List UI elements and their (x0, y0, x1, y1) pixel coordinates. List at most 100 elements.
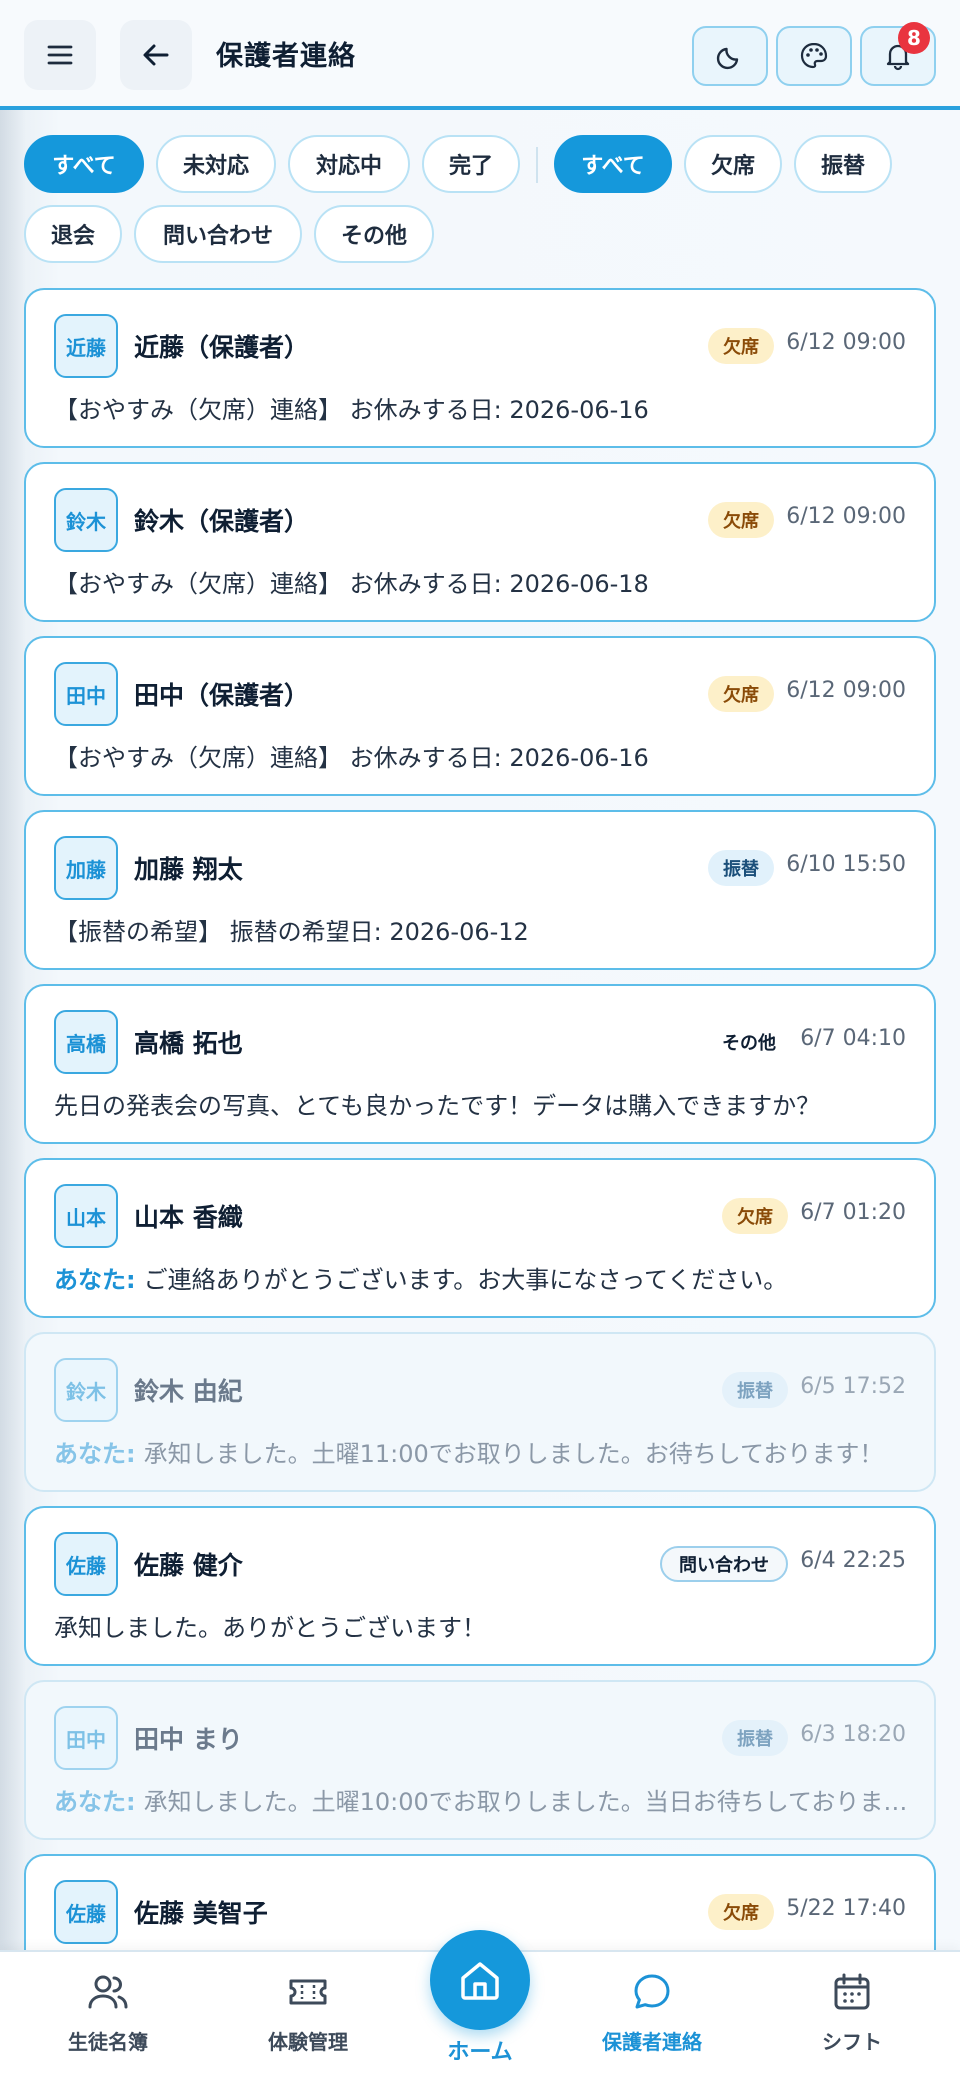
timestamp: 6/7 01:20 (800, 1200, 906, 1225)
status-filter-in-progress[interactable]: 対応中 (288, 135, 410, 193)
message-card[interactable]: 田中 田中（保護者） 欠席 6/12 09:00 【おやすみ（欠席）連絡】 お休… (24, 636, 936, 796)
nav-item-trials[interactable]: 体験管理 (228, 1970, 388, 2070)
nav-label: 保護者連絡 (602, 2030, 702, 2054)
category-filter-inquiry[interactable]: 問い合わせ (134, 205, 302, 263)
category-badge: 欠席 (722, 1198, 788, 1234)
message-card[interactable]: 佐藤 佐藤 健介 問い合わせ 6/4 22:25 承知しました。ありがとうござい… (24, 1506, 936, 1666)
sender-name: 佐藤 美智子 (134, 1899, 268, 1928)
avatar: 佐藤 (54, 1880, 118, 1944)
timestamp: 6/12 09:00 (786, 678, 906, 703)
sender-name: 鈴木（保護者） (134, 507, 310, 536)
message-preview: あなた: 承知しました。土曜11:00でお取りしました。お待ちしております！ (54, 1434, 914, 1469)
calendar-icon (834, 1973, 870, 2010)
ticket-icon (289, 1979, 327, 2005)
category-badge: その他 (722, 1033, 776, 1054)
category-badge: 問い合わせ (660, 1546, 788, 1582)
category-badge: 欠席 (708, 1894, 774, 1930)
filter-divider (536, 147, 538, 183)
timestamp: 6/10 15:50 (786, 852, 906, 877)
category-filter-other[interactable]: その他 (314, 205, 434, 263)
message-card[interactable]: 近藤 近藤（保護者） 欠席 6/12 09:00 【おやすみ（欠席）連絡】 お休… (24, 288, 936, 448)
status-filter-unhandled[interactable]: 未対応 (156, 135, 276, 193)
message-card[interactable]: 鈴木 鈴木（保護者） 欠席 6/12 09:00 【おやすみ（欠席）連絡】 お休… (24, 462, 936, 622)
sender-name: 加藤 翔太 (134, 855, 243, 884)
message-preview: あなた: ご連絡ありがとうございます。お大事になさってください。 (54, 1260, 914, 1295)
category-badge: 欠席 (708, 502, 774, 538)
back-button[interactable] (120, 20, 192, 90)
category-filter-withdrawal[interactable]: 退会 (24, 205, 122, 263)
moon-icon (716, 47, 739, 70)
message-preview: 【おやすみ（欠席）連絡】 お休みする日: 2026-06-16 (54, 744, 649, 772)
category-filter-transfer[interactable]: 振替 (794, 135, 892, 193)
notification-count-badge: 8 (898, 22, 930, 54)
nav-item-parent-contact[interactable]: 保護者連絡 (572, 1970, 732, 2070)
status-filter-all[interactable]: すべて (24, 135, 144, 193)
status-filter-done[interactable]: 完了 (422, 135, 520, 193)
nav-label: 体験管理 (268, 2030, 348, 2054)
message-preview: 【おやすみ（欠席）連絡】 お休みする日: 2026-06-18 (54, 570, 649, 598)
message-text: ご連絡ありがとうございます。お大事になさってください。 (143, 1266, 788, 1294)
timestamp: 5/22 17:40 (786, 1896, 906, 1921)
home-icon (461, 1962, 499, 2000)
message-card[interactable]: 田中 田中 まり 振替 6/3 18:20 あなた: 承知しました。土曜10:00… (24, 1680, 936, 1840)
sender-name: 佐藤 健介 (134, 1551, 243, 1580)
category-filter-absent[interactable]: 欠席 (684, 135, 782, 193)
message-preview: 先日の発表会の写真、とても良かったです！データは購入できますか？ (54, 1092, 821, 1120)
home-label: ホーム (447, 2040, 513, 2065)
app-header: 保護者連絡 8 (0, 0, 960, 110)
sender-name: 田中（保護者） (134, 681, 310, 710)
sender-name: 鈴木 由紀 (134, 1377, 243, 1406)
sender-name: 山本 香織 (134, 1203, 243, 1232)
timestamp: 6/12 09:00 (786, 504, 906, 529)
edge-shadow (0, 110, 26, 1950)
avatar: 近藤 (54, 314, 118, 378)
message-card[interactable]: 加藤 加藤 翔太 振替 6/10 15:50 【振替の希望】 振替の希望日: 2… (24, 810, 936, 970)
timestamp: 6/7 04:10 (800, 1026, 906, 1051)
notifications-button[interactable]: 8 (860, 22, 936, 86)
nav-item-shift[interactable]: シフト (772, 1970, 932, 2070)
avatar: 鈴木 (54, 1358, 118, 1422)
message-text: 承知しました。土曜10:00でお取りしました。当日お待ちしておりま… (143, 1788, 908, 1816)
theme-button[interactable] (776, 26, 852, 86)
message-preview: 【振替の希望】 振替の希望日: 2026-06-12 (54, 918, 529, 946)
message-text: 承知しました。土曜11:00でお取りしました。お待ちしております！ (143, 1440, 884, 1468)
users-icon (88, 1975, 128, 2009)
sender-name: 高橋 拓也 (134, 1029, 243, 1058)
nav-item-students[interactable]: 生徒名簿 (28, 1970, 188, 2070)
avatar: 高橋 (54, 1010, 118, 1074)
message-card[interactable]: 鈴木 鈴木 由紀 振替 6/5 17:52 あなた: 承知しました。土曜11:00… (24, 1332, 936, 1492)
chat-bubble-icon (634, 1974, 670, 2009)
message-preview: 【おやすみ（欠席）連絡】 お休みする日: 2026-06-16 (54, 396, 649, 424)
nav-label: シフト (822, 2030, 882, 2054)
reply-author-label: あなた: (54, 1266, 136, 1294)
avatar: 田中 (54, 662, 118, 726)
reply-author-label: あなた: (54, 1788, 136, 1816)
category-badge: 振替 (722, 1372, 788, 1408)
timestamp: 6/12 09:00 (786, 330, 906, 355)
home-button[interactable] (430, 1930, 530, 2030)
page-title: 保護者連絡 (216, 41, 356, 72)
message-preview: あなた: 承知しました。土曜10:00でお取りしました。当日お待ちしておりま… (54, 1782, 914, 1817)
timestamp: 6/5 17:52 (800, 1374, 906, 1399)
menu-icon (47, 45, 73, 65)
avatar: 鈴木 (54, 488, 118, 552)
category-badge: 欠席 (708, 676, 774, 712)
nav-label: 生徒名簿 (68, 2030, 148, 2054)
category-filter-all[interactable]: すべて (554, 135, 672, 193)
category-badge: 欠席 (708, 328, 774, 364)
reply-author-label: あなた: (54, 1440, 136, 1468)
message-preview: 承知しました。ありがとうございます！ (54, 1614, 486, 1642)
menu-button[interactable] (24, 20, 96, 90)
message-card[interactable]: 高橋 高橋 拓也 その他 6/7 04:10 先日の発表会の写真、とても良かった… (24, 984, 936, 1144)
avatar: 加藤 (54, 836, 118, 900)
timestamp: 6/3 18:20 (800, 1722, 906, 1747)
category-badge: 振替 (722, 1720, 788, 1756)
message-card[interactable]: 山本 山本 香織 欠席 6/7 01:20 あなた: ご連絡ありがとうございます。… (24, 1158, 936, 1318)
category-badge: 振替 (708, 850, 774, 886)
avatar: 佐藤 (54, 1532, 118, 1596)
avatar: 山本 (54, 1184, 118, 1248)
timestamp: 6/4 22:25 (800, 1548, 906, 1573)
back-arrow-icon (143, 44, 169, 66)
sender-name: 田中 まり (134, 1725, 243, 1754)
dark-mode-toggle[interactable] (692, 26, 768, 86)
